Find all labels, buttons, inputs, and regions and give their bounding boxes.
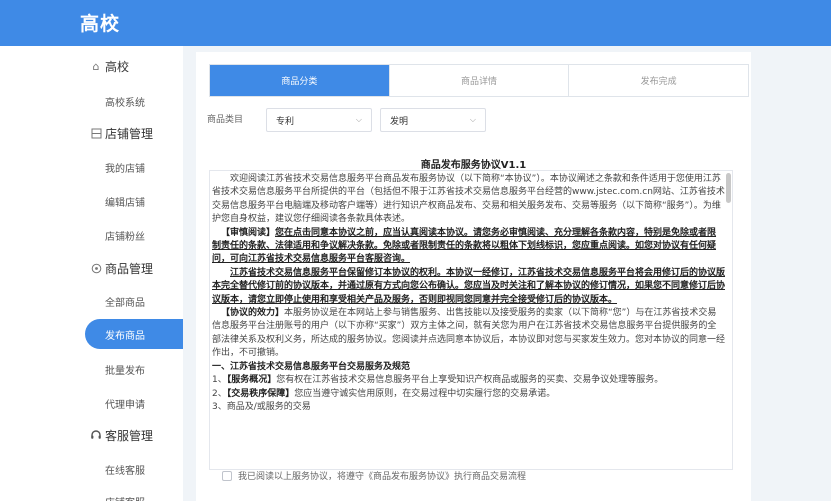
category-select-secondary[interactable]: 发明 ⌵ — [380, 108, 486, 132]
nav-item-online-service[interactable]: 在线客服 — [0, 454, 183, 484]
nav-item-shop-service[interactable]: 店铺客服 — [0, 486, 183, 501]
step-category[interactable]: 商品分类 — [210, 65, 390, 96]
nav-item-school-system[interactable]: 高校系统 — [0, 86, 183, 116]
nav-item-agent-apply[interactable]: 代理申请 — [0, 388, 183, 418]
nav-group-goods[interactable]: 商品管理 — [0, 254, 183, 282]
agreement-careful-reading-text: 您在点击同意本协议之前，应当认真阅读本协议。请您务必审慎阅读、充分理解各条款内容… — [212, 227, 717, 265]
app-title: 高校 — [80, 13, 121, 35]
home-icon: ⌂ — [92, 59, 100, 73]
nav-group-school[interactable]: ⌂ 高校 — [0, 52, 183, 80]
agreement-careful-reading-heading: 【审慎阅读】 — [221, 227, 276, 238]
agree-checkbox[interactable] — [222, 470, 232, 481]
agreement-validity: 【协议的效力】本服务协议是在本网站上参与销售服务、出售技能以及接受服务的卖家（以… — [212, 307, 725, 361]
nav-item-shop-fans[interactable]: 店铺粉丝 — [0, 220, 183, 250]
agreement-textbox[interactable]: 欢迎阅读江苏省技术交易信息服务平台商品发布服务协议（以下简称“本协议”）。本协议… — [209, 170, 733, 470]
step-complete[interactable]: 发布完成 — [569, 65, 748, 96]
nav-group-shop[interactable]: 店铺管理 — [0, 119, 183, 147]
category-select-primary[interactable]: 专利 ⌵ — [266, 108, 372, 132]
agreement-title: 商品发布服务协议V1.1 — [420, 160, 527, 171]
main-panel: 商品分类 商品详情 发布完成 商品类目 专利 ⌵ 发明 ⌵ 商品发布服务协议V1… — [196, 52, 751, 501]
chevron-down-icon: ⌵ — [355, 115, 362, 124]
sidebar: ⌂ 高校 高校系统 店铺管理 我的店铺 编辑店铺 店铺粉丝 商品管理 全部商品 … — [0, 46, 183, 501]
nav-item-my-shop[interactable]: 我的店铺 — [0, 152, 183, 182]
agreement-validity-text: 本服务协议是在本网站上参与销售服务、出售技能以及接受服务的卖家（以下简称“您”）… — [212, 308, 726, 359]
step-tabs: 商品分类 商品详情 发布完成 — [209, 64, 749, 97]
category-select-secondary-value: 发明 — [390, 116, 409, 127]
agree-label: 我已阅读以上服务协议，将遵守《商品发布服务协议》执行商品交易流程 — [238, 472, 527, 482]
category-select-primary-value: 专利 — [276, 116, 295, 127]
agreement-item-2: 2、【交易秩序保障】您应当遵守诚实信用原则，在交易过程中切实履行您的交易承诺。 — [212, 388, 556, 399]
agreement-item-1: 1、【服务概况】您有权在江苏省技术交易信息服务平台上享受知识产权商品或服务的买卖… — [212, 375, 664, 386]
agreement-section-1: 一、江苏省技术交易信息服务平台交易服务及规范 — [212, 361, 411, 372]
agree-row[interactable]: 我已阅读以上服务协议，将遵守《商品发布服务协议》执行商品交易流程 — [222, 469, 526, 482]
nav-item-publish-goods[interactable]: 发布商品 — [85, 319, 183, 349]
nav-item-batch-publish[interactable]: 批量发布 — [0, 354, 183, 384]
agreement-item-3: 3、商品及/或服务的交易 — [212, 401, 311, 412]
category-label: 商品类目 — [207, 115, 244, 125]
agreement-revision-text: 江苏省技术交易信息服务平台保留修订本协议的权利。本协议一经修订，江苏省技术交易信… — [212, 267, 726, 305]
step-details[interactable]: 商品详情 — [390, 65, 570, 96]
agreement-intro: 欢迎阅读江苏省技术交易信息服务平台商品发布服务协议（以下简称“本协议”）。本协议… — [212, 174, 725, 225]
headset-icon — [89, 428, 103, 442]
chevron-down-icon: ⌵ — [469, 115, 476, 124]
nav-group-service[interactable]: 客服管理 — [0, 421, 183, 449]
agreement-validity-heading: 【协议的效力】 — [221, 308, 285, 319]
nav-item-all-goods[interactable]: 全部商品 — [0, 286, 183, 316]
top-bar: 高校 — [0, 0, 831, 46]
nav-item-edit-shop[interactable]: 编辑店铺 — [0, 186, 183, 216]
agreement-scrollbar[interactable] — [726, 173, 731, 203]
agreement-careful-reading: 【审慎阅读】您在点击同意本协议之前，应当认真阅读本协议。请您务必审慎阅读、充分理… — [212, 227, 725, 267]
shop-icon — [89, 126, 103, 140]
goods-icon — [89, 261, 103, 275]
